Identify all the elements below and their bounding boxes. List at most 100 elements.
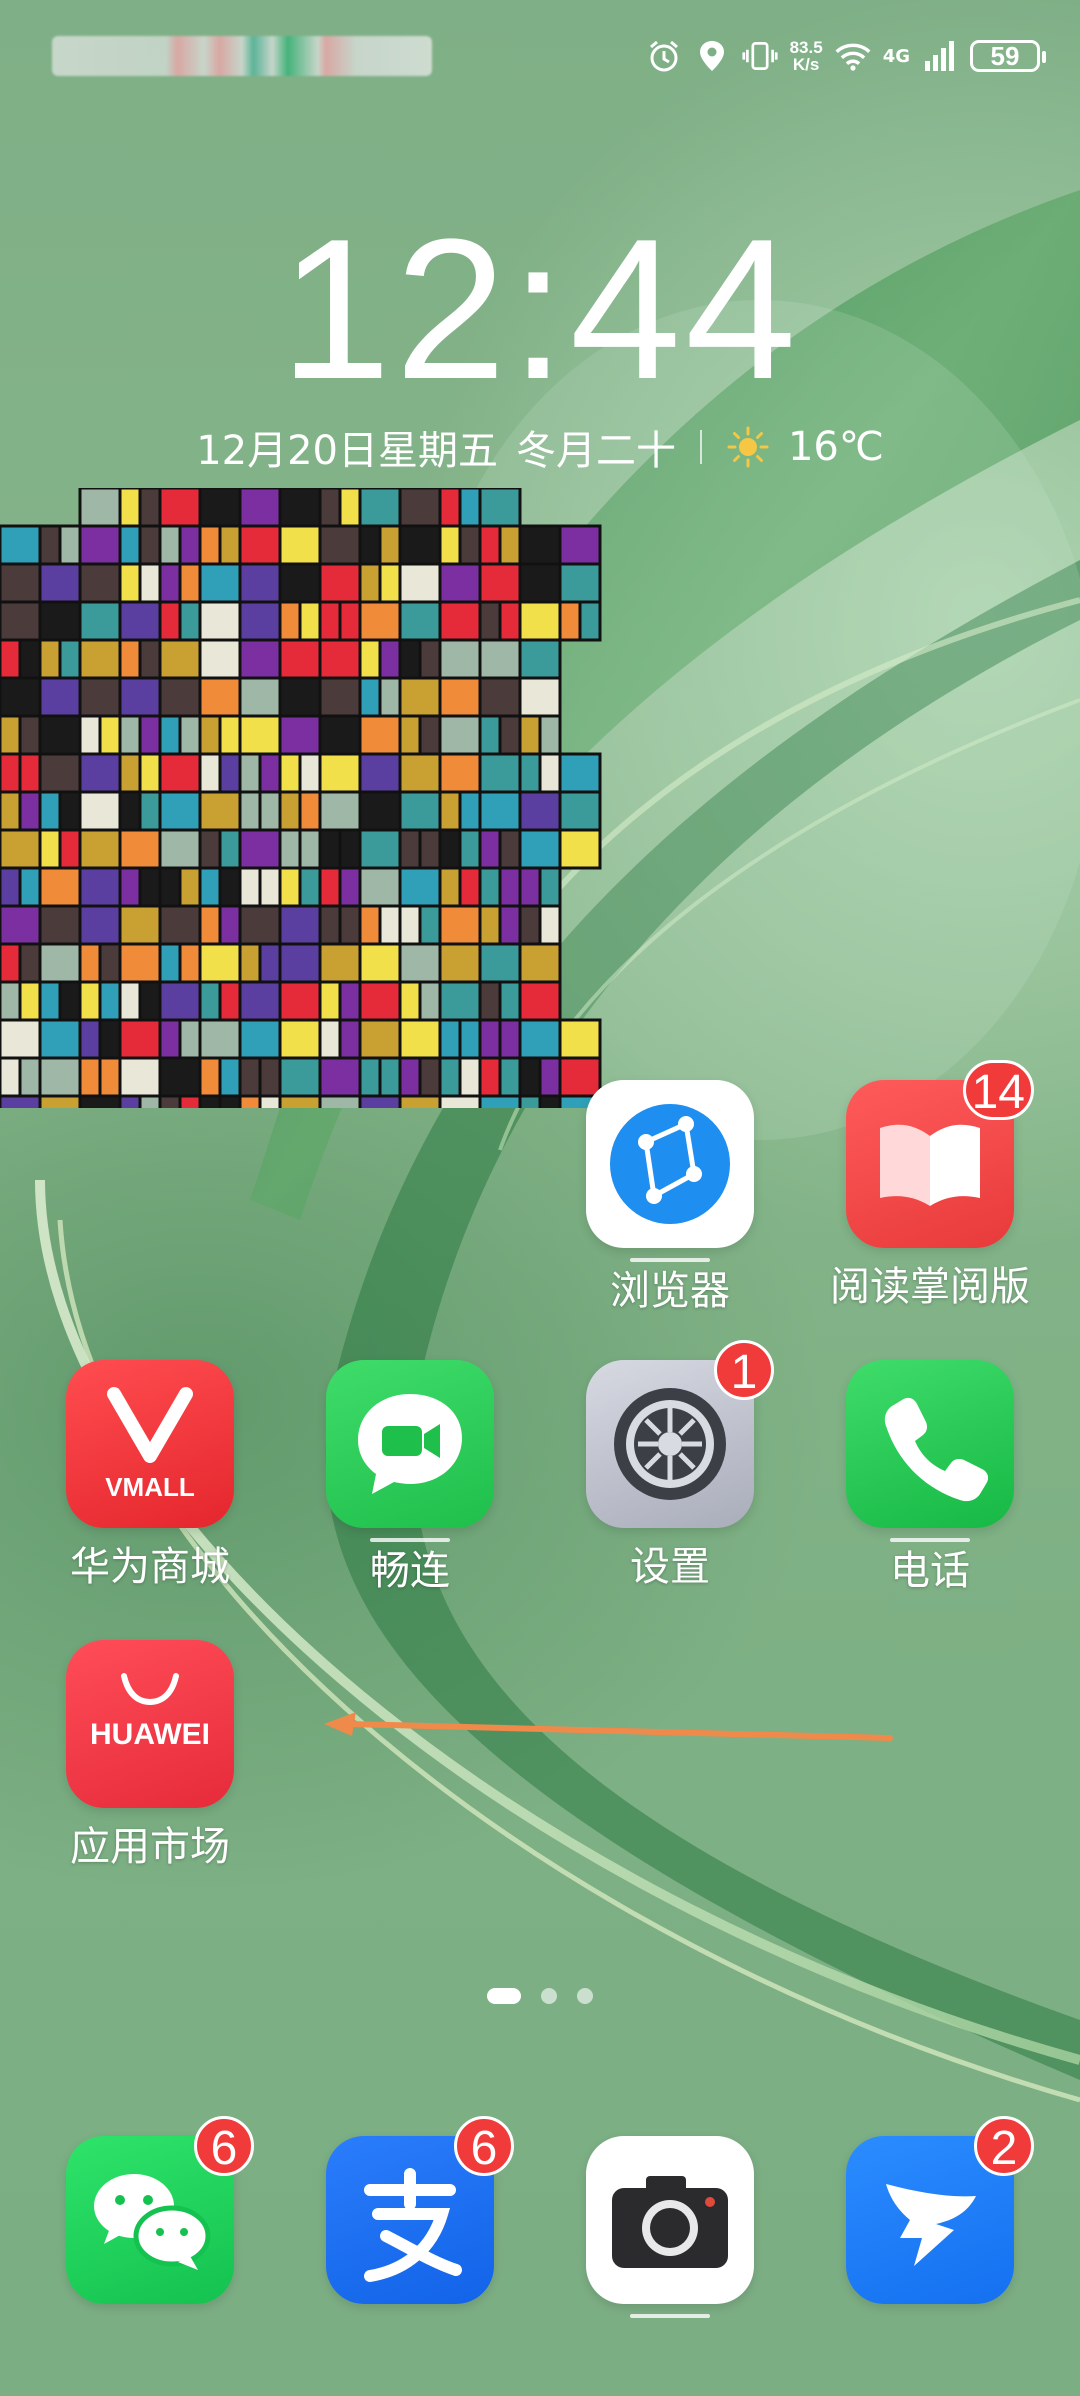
- mosaic-tile: [438, 1056, 462, 1098]
- mosaic-tile: [118, 638, 142, 680]
- page-dot-3[interactable]: [577, 1988, 593, 2004]
- mosaic-tile: [198, 752, 222, 794]
- dock-alipay[interactable]: 6: [300, 2116, 520, 2304]
- phone-icon[interactable]: [846, 1360, 1014, 1528]
- mosaic-tile: [158, 714, 182, 756]
- camera-icon[interactable]: [586, 2136, 754, 2304]
- mosaic-tile: [398, 524, 442, 566]
- date-weather-line[interactable]: 12月20日星期五 冬月二十 16℃: [0, 418, 1080, 476]
- mosaic-tile: [218, 1056, 242, 1098]
- mosaic-tile: [398, 942, 442, 984]
- mosaic-tile: [0, 980, 22, 1022]
- mosaic-tile: [498, 1018, 522, 1060]
- mosaic-tile: [558, 562, 602, 604]
- mosaic-tile: [138, 714, 162, 756]
- browser-icon[interactable]: [586, 1080, 754, 1248]
- mosaic-tile: [518, 980, 562, 1022]
- mosaic-tile: [478, 904, 502, 946]
- appgallery-icon[interactable]: HUAWEI: [66, 1640, 234, 1808]
- mosaic-tile: [0, 524, 42, 566]
- mosaic-tile: [338, 600, 362, 642]
- mosaic-tile: [178, 524, 202, 566]
- mosaic-tile: [578, 600, 602, 642]
- app-running-indicator: [370, 1538, 450, 1542]
- mosaic-tile: [18, 752, 42, 794]
- mosaic-tile: [558, 600, 582, 642]
- mosaic-tile: [258, 752, 282, 794]
- mosaic-tile: [18, 1056, 42, 1098]
- app-vmall[interactable]: VMALL 华为商城: [40, 1360, 260, 1590]
- mosaic-tile: [558, 752, 602, 794]
- mosaic-tile: [178, 866, 202, 908]
- alipay-icon[interactable]: 6: [326, 2116, 514, 2304]
- app-settings[interactable]: 1 设置: [560, 1340, 780, 1590]
- mosaic-tile: [0, 828, 42, 870]
- mosaic-tile: [158, 1056, 202, 1098]
- reader-icon[interactable]: 14: [846, 1060, 1034, 1248]
- page-dot-2[interactable]: [541, 1988, 557, 2004]
- dingtalk-icon[interactable]: 2: [846, 2116, 1034, 2304]
- date-text: 12月20日星期五: [196, 428, 498, 474]
- mosaic-tile: [218, 524, 242, 566]
- mosaic-tile: [258, 942, 282, 984]
- mosaic-tile: [218, 980, 242, 1022]
- app-label: 华为商城: [70, 1544, 230, 1590]
- mosaic-tile: [478, 524, 502, 566]
- mosaic-tile: [338, 866, 362, 908]
- app-reader[interactable]: 14 阅读掌阅版: [820, 1060, 1040, 1310]
- lockscreen-clock[interactable]: 12:44: [0, 210, 1080, 410]
- mosaic-tile: [358, 488, 402, 528]
- temperature-text: 16℃: [787, 424, 884, 470]
- mosaic-tile: [398, 828, 422, 870]
- mosaic-tile: [258, 866, 282, 908]
- wechat-icon[interactable]: 6: [66, 2116, 254, 2304]
- mosaic-tile: [178, 942, 202, 984]
- mosaic-tile: [358, 752, 402, 794]
- mosaic-tile: [478, 790, 522, 832]
- page-dot-1[interactable]: [487, 1988, 521, 2004]
- mosaic-tile: [358, 866, 402, 908]
- app-appgallery[interactable]: HUAWEI 应用市场: [40, 1640, 260, 1870]
- mosaic-tile: [58, 980, 82, 1022]
- vmall-icon[interactable]: VMALL: [66, 1360, 234, 1528]
- mosaic-tile: [0, 942, 22, 984]
- mosaic-tile: [278, 524, 322, 566]
- dock-camera[interactable]: [560, 2136, 780, 2318]
- mosaic-tile: [158, 904, 202, 946]
- mosaic-tile: [318, 488, 342, 528]
- app-browser[interactable]: 浏览器: [560, 1080, 780, 1314]
- notification-badge: 2: [974, 2116, 1034, 2176]
- app-phone[interactable]: 电话: [820, 1360, 1040, 1594]
- mosaic-tile: [318, 752, 362, 794]
- dock-dingtalk[interactable]: 2: [820, 2116, 1040, 2304]
- mosaic-tile: [358, 790, 402, 832]
- mosaic-tile: [38, 676, 82, 718]
- mosaic-tile: [118, 752, 142, 794]
- mosaic-tile: [378, 562, 402, 604]
- app-running-indicator: [890, 1538, 970, 1542]
- mosaic-tile: [78, 904, 122, 946]
- settings-icon[interactable]: 1: [586, 1340, 774, 1528]
- dock-wechat[interactable]: 6: [40, 2116, 260, 2304]
- pixelated-widget[interactable]: [0, 488, 640, 1108]
- vibrate-icon: [742, 38, 778, 74]
- mosaic-tile: [338, 488, 362, 528]
- mosaic-tile: [438, 828, 462, 870]
- app-meetime[interactable]: 畅连: [300, 1360, 520, 1594]
- mosaic-tile: [558, 828, 602, 870]
- mosaic-tile: [218, 714, 242, 756]
- mosaic-tile: [198, 714, 222, 756]
- mosaic-tile: [0, 790, 22, 832]
- page-indicator[interactable]: [0, 1988, 1080, 2004]
- mosaic-tile: [478, 980, 502, 1022]
- mosaic-tile: [118, 676, 162, 718]
- mosaic-tile: [458, 790, 482, 832]
- mosaic-tile: [518, 638, 562, 680]
- mosaic-tile: [318, 1094, 362, 1108]
- mosaic-tile: [38, 1094, 82, 1108]
- mosaic-tile: [118, 562, 142, 604]
- mosaic-tile: [538, 1094, 562, 1108]
- mosaic-tile: [38, 904, 82, 946]
- meetime-icon[interactable]: [326, 1360, 494, 1528]
- mosaic-tile: [158, 488, 202, 528]
